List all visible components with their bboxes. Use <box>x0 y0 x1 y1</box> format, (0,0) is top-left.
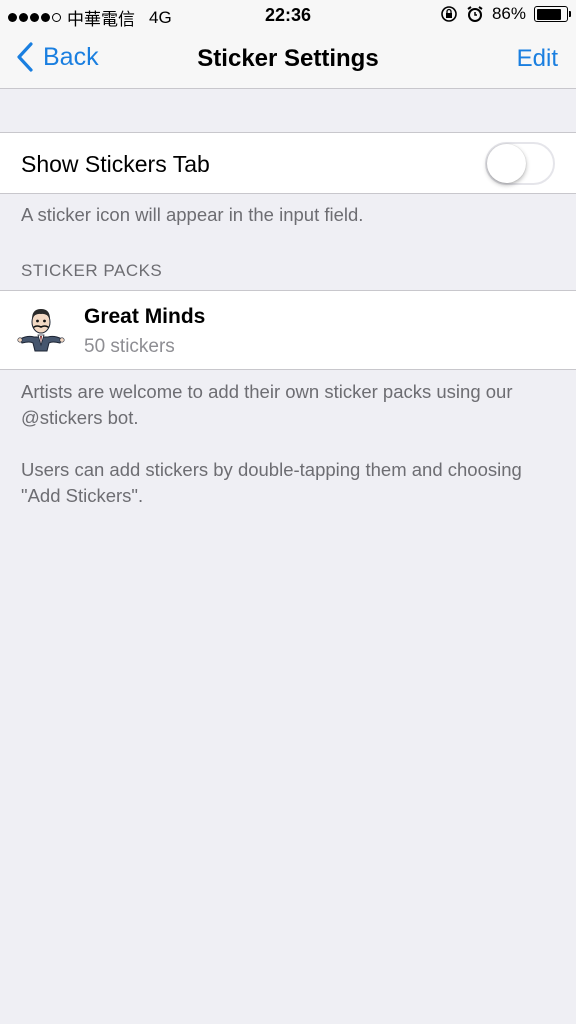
rotation-lock-icon <box>441 6 457 22</box>
sticker-pack-count: 50 stickers <box>84 336 175 357</box>
page-title: Sticker Settings <box>197 45 379 72</box>
show-stickers-tab-toggle[interactable] <box>485 142 555 185</box>
cartoon-man-sticker-icon <box>17 309 65 352</box>
alarm-icon <box>467 6 483 22</box>
sticker-packs-footer-artists: Artists are welcome to add their own sti… <box>21 381 513 428</box>
sticker-packs-header: STICKER PACKS <box>21 261 163 280</box>
battery-fill <box>536 8 562 20</box>
battery-icon <box>534 6 571 22</box>
status-right: 86% <box>440 4 571 24</box>
show-stickers-tab-footer: A sticker icon will appear in the input … <box>21 204 364 225</box>
navigation-bar: Back Sticker Settings Edit <box>0 30 576 89</box>
show-stickers-tab-row: Show Stickers Tab <box>0 132 576 194</box>
status-bar: 中華電信 4G 22:36 86% <box>0 0 576 30</box>
sticker-pack-row[interactable]: Great Minds 50 stickers <box>0 290 576 370</box>
battery-percent: 86% <box>491 4 526 23</box>
sticker-pack-name: Great Minds <box>84 305 206 328</box>
sticker-packs-footer-users: Users can add stickers by double-tapping… <box>21 459 522 506</box>
show-stickers-tab-label: Show Stickers Tab <box>21 151 210 177</box>
toggle-knob <box>487 144 526 183</box>
edit-button[interactable]: Edit <box>517 45 558 73</box>
